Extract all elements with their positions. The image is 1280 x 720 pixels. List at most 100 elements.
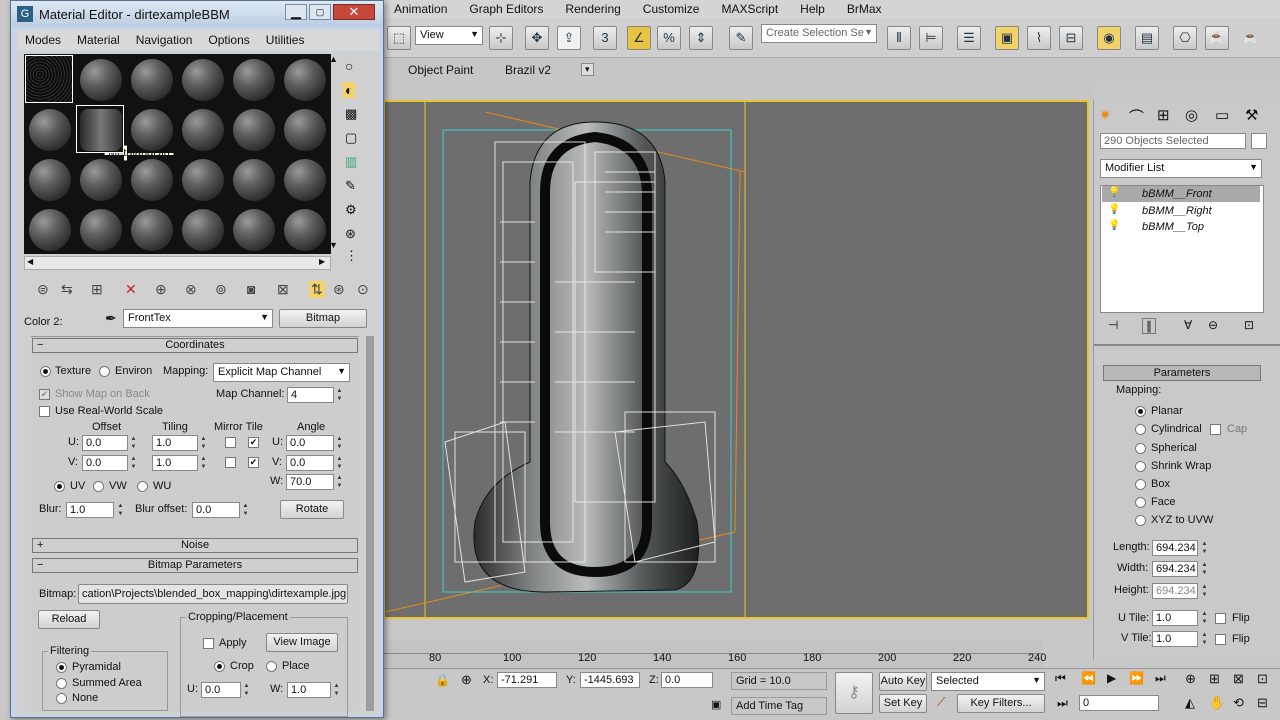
radio-place[interactable]	[266, 661, 277, 672]
crop-w-spinner[interactable]: ▲ ▼	[332, 682, 341, 698]
u-tile-checkbox[interactable]: ✔	[248, 437, 259, 448]
render-production-icon[interactable]: ☕	[1239, 26, 1263, 50]
configure-sets-icon[interactable]: ⊡	[1244, 318, 1254, 332]
material-sample-slot[interactable]	[178, 55, 226, 103]
schematic-view-icon[interactable]: ⊟	[1059, 26, 1083, 50]
next-frame-icon[interactable]: ⏩	[1129, 671, 1144, 685]
orbit-icon[interactable]: ⟲	[1233, 695, 1244, 711]
pan-icon[interactable]: ✋	[1209, 695, 1225, 711]
width-field[interactable]: 694.234	[1152, 561, 1198, 577]
w-angle-field[interactable]: 70.0	[286, 474, 334, 490]
scroll-down-icon[interactable]: ▼	[329, 240, 338, 250]
get-material-icon[interactable]: ⊜	[37, 281, 49, 298]
perspective-viewport[interactable]	[383, 100, 1089, 619]
width-spinner[interactable]: ▲ ▼	[1200, 561, 1209, 577]
play-icon[interactable]: ▶	[1107, 671, 1116, 685]
radio-spherical[interactable]	[1135, 443, 1146, 454]
make-unique-icon[interactable]: ∀	[1184, 318, 1192, 332]
create-tab-icon[interactable]: ✷	[1099, 106, 1112, 124]
noise-rollout[interactable]: + Noise	[32, 538, 358, 553]
map-type-button[interactable]: Bitmap	[279, 309, 367, 328]
zoom-icon[interactable]: ⊕	[1185, 671, 1196, 687]
radio-xyz-to-uvw[interactable]	[1135, 515, 1146, 526]
material-sample-slot[interactable]	[127, 205, 175, 253]
key-icon[interactable]: ⚷	[835, 672, 873, 714]
radio-face[interactable]	[1135, 497, 1146, 508]
apply-checkbox[interactable]	[203, 638, 214, 649]
timeline[interactable]: 80 100 120 140 160 180 200 220 240	[383, 640, 1046, 668]
align-icon[interactable]: ⊨	[919, 26, 943, 50]
radio-wu[interactable]	[137, 481, 148, 492]
key-filters-button[interactable]: Key Filters...	[957, 694, 1045, 713]
u-offset-spinner[interactable]: ▲ ▼	[129, 435, 138, 451]
cap-checkbox[interactable]	[1210, 424, 1221, 435]
modifier-front[interactable]: bBMM__Front	[1102, 186, 1260, 202]
key-mode-toggle-icon[interactable]: ⏭	[1057, 696, 1068, 711]
render-setup-icon[interactable]: ▤	[1135, 26, 1159, 50]
material-sample-slot[interactable]	[280, 55, 328, 103]
bitmap-parameters-rollout[interactable]: − Bitmap Parameters	[32, 558, 358, 573]
length-field[interactable]: 694.234	[1152, 540, 1198, 556]
slots-horizontal-scrollbar[interactable]: ◀ ▶	[24, 256, 331, 270]
material-id-icon[interactable]: ◙	[247, 281, 255, 297]
radio-vw[interactable]	[93, 481, 104, 492]
material-navigator-icon[interactable]: ⋮	[345, 248, 358, 264]
material-sample-slot[interactable]	[229, 55, 277, 103]
select-by-material-icon[interactable]: ⊛	[345, 226, 356, 242]
radio-texture[interactable]	[40, 366, 51, 377]
material-sample-slot[interactable]	[127, 155, 175, 203]
height-field[interactable]: 694.234	[1152, 583, 1198, 599]
menu-utilities[interactable]: Utilities	[258, 33, 313, 47]
menu-material[interactable]: Material	[69, 33, 128, 47]
field-of-view-icon[interactable]: ◭	[1185, 695, 1195, 711]
map-name-field[interactable]: FrontTex ▼	[123, 309, 273, 328]
v-tiling-spinner[interactable]: ▲ ▼	[199, 455, 208, 471]
y-coord-field[interactable]: -1445.693	[580, 672, 640, 688]
uv-tiling-icon[interactable]: ▢	[345, 130, 357, 146]
menu-graph-editors[interactable]: Graph Editors	[458, 2, 554, 16]
material-sample-slot[interactable]	[127, 55, 175, 103]
menu-help[interactable]: Help	[789, 2, 836, 16]
time-tag-icon[interactable]: ▣	[711, 698, 721, 711]
scroll-up-icon[interactable]: ▲	[329, 54, 338, 64]
material-sample-slot[interactable]	[76, 105, 124, 153]
default-tangent-icon[interactable]: ⟋	[937, 695, 945, 710]
v-tiling-field[interactable]: 1.0	[152, 455, 198, 471]
assign-material-icon[interactable]: ⊞	[91, 281, 103, 298]
video-color-icon[interactable]: ▥	[345, 154, 357, 170]
selection-name-field[interactable]: 290 Objects Selected	[1100, 133, 1246, 149]
mapping-combo[interactable]: Explicit Map Channel ▼	[213, 363, 350, 382]
menu-modes[interactable]: Modes	[17, 33, 69, 47]
lightbulb-icon[interactable]: 💡	[1108, 204, 1120, 215]
maximize-viewport-icon[interactable]: ⊟	[1257, 695, 1268, 711]
material-sample-slot[interactable]	[178, 105, 226, 153]
eyedropper-icon[interactable]: ✒	[105, 310, 117, 327]
manipulate-icon[interactable]: ⇪	[557, 26, 581, 50]
material-editor-icon[interactable]: ◉	[1097, 26, 1121, 50]
modifier-list-combo[interactable]: Modifier List ▼	[1100, 159, 1262, 178]
material-sample-slot[interactable]	[76, 55, 124, 103]
ribbon-options-icon[interactable]: ▾	[581, 63, 594, 76]
x-coord-field[interactable]: -71.291	[497, 672, 557, 688]
radio-environ[interactable]	[99, 366, 110, 377]
edit-named-sets-icon[interactable]: ✎	[729, 26, 753, 50]
rollout-scrollbar[interactable]	[366, 336, 374, 711]
graphite-tools-icon[interactable]: ▣	[995, 26, 1019, 50]
material-sample-slot[interactable]	[76, 205, 124, 253]
v-tile-spinner[interactable]: ▲ ▼	[1200, 631, 1209, 647]
v-offset-field[interactable]: 0.0	[82, 455, 128, 471]
remove-modifier-icon[interactable]: ⊖	[1208, 318, 1218, 332]
modifier-right[interactable]: bBMM__Right	[1102, 203, 1260, 219]
lock-selection-icon[interactable]: 🔒	[435, 673, 450, 687]
make-unique-icon[interactable]: ⊗	[185, 281, 197, 298]
previous-frame-icon[interactable]: ⏪	[1081, 671, 1096, 685]
put-to-library-icon[interactable]: ⊚	[215, 281, 227, 298]
render-icon[interactable]: ☕	[1205, 26, 1229, 50]
map-channel-field[interactable]: 4	[287, 387, 334, 403]
material-sample-slot[interactable]	[178, 205, 226, 253]
u-tile-field[interactable]: 1.0	[1152, 610, 1198, 626]
current-frame-field[interactable]: 0	[1079, 695, 1159, 711]
v-offset-spinner[interactable]: ▲ ▼	[129, 455, 138, 471]
zoom-extents-all-icon[interactable]: ⊡	[1257, 671, 1268, 687]
radio-shrink-wrap[interactable]	[1135, 461, 1146, 472]
